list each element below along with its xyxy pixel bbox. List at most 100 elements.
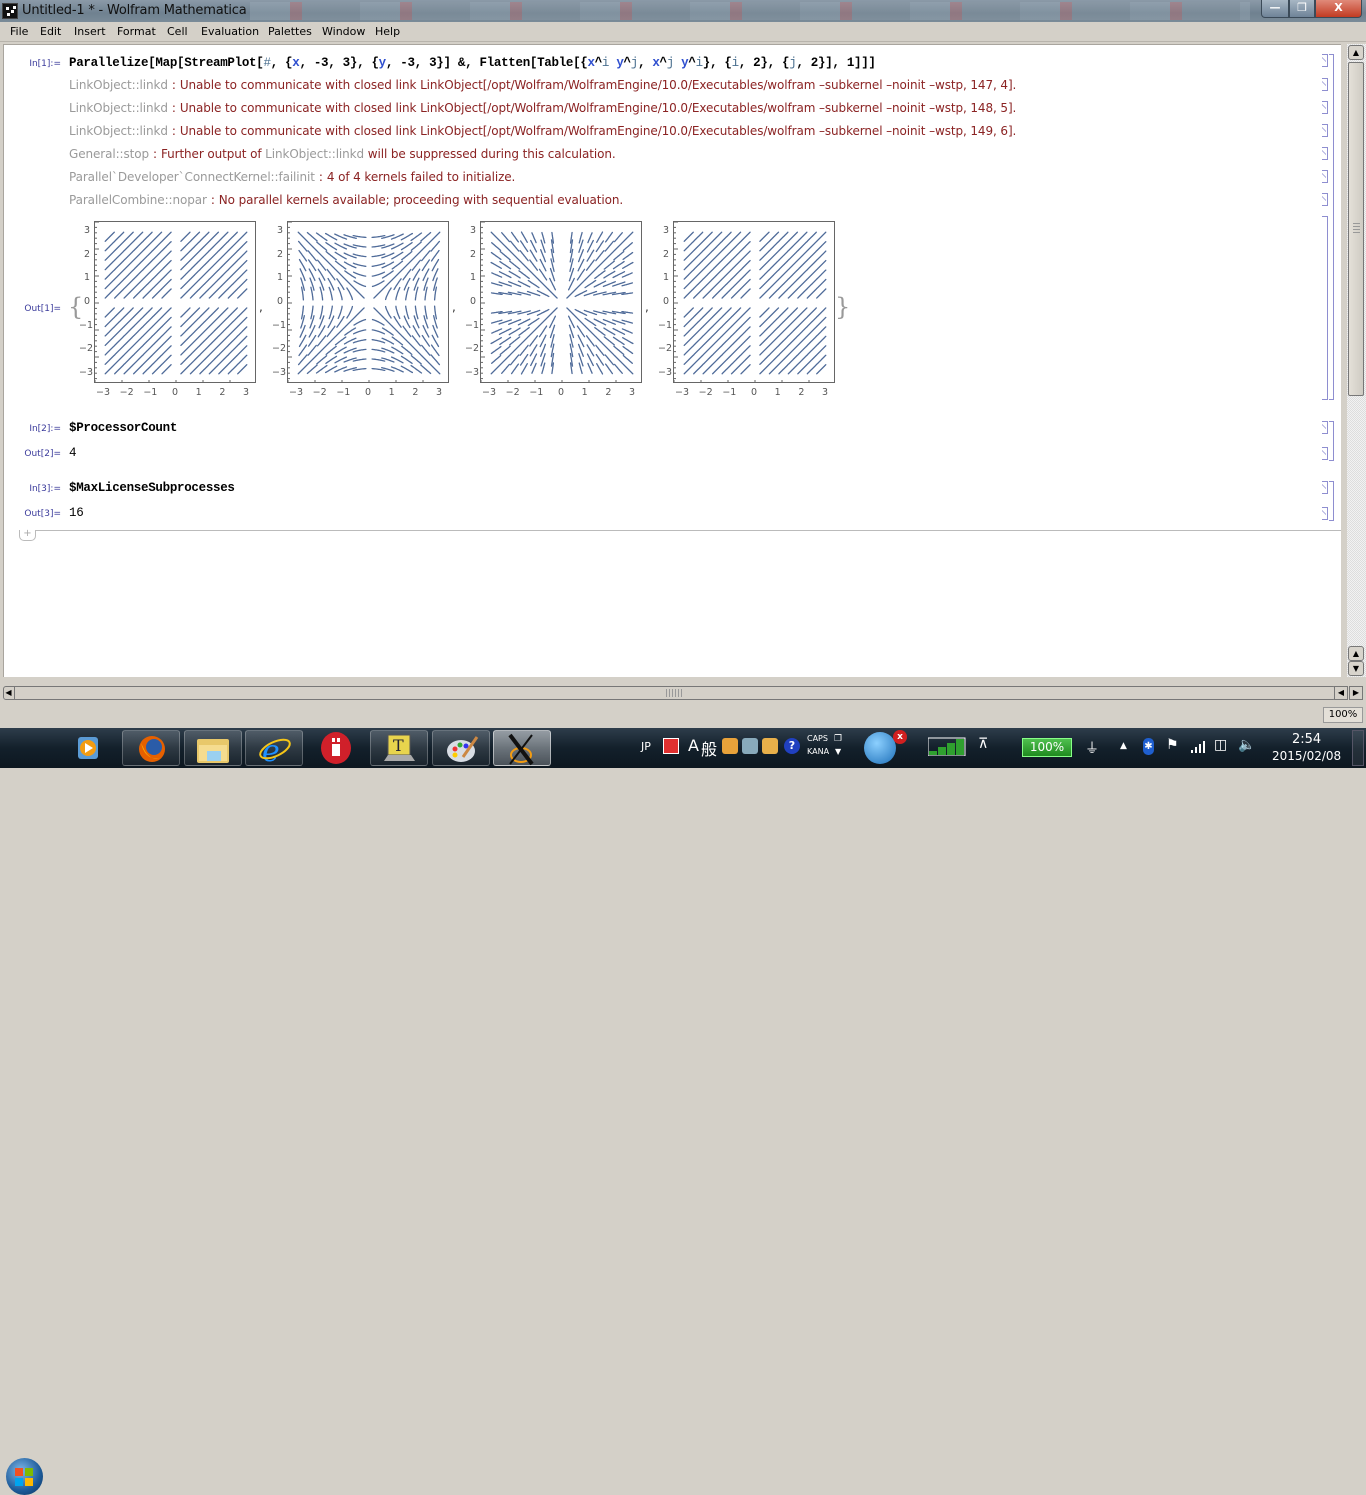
antenna-icon[interactable]: ⊼ bbox=[978, 736, 988, 752]
streamline bbox=[227, 231, 238, 242]
cell-bracket[interactable] bbox=[1322, 447, 1328, 460]
menu-window[interactable]: Window bbox=[322, 25, 365, 38]
scroll-up-arrow[interactable]: ▲ bbox=[1348, 45, 1364, 60]
notebook-area[interactable]: In[1]:= Parallelize[Map[StreamPlot[#, {x… bbox=[3, 44, 1341, 677]
restore-button[interactable]: ❐ bbox=[1289, 0, 1315, 18]
start-button[interactable] bbox=[6, 1458, 43, 1495]
cell-group-bracket[interactable] bbox=[1329, 54, 1334, 400]
ime-options-arrow-icon[interactable]: ▼ bbox=[835, 747, 841, 756]
help-icon[interactable]: ? bbox=[784, 738, 800, 754]
ime-toolbar-icon[interactable] bbox=[663, 738, 679, 754]
clock-date[interactable]: 2015/02/08 bbox=[1272, 749, 1341, 763]
output-cell-3[interactable]: 16 bbox=[69, 506, 84, 520]
signal-strength-icon[interactable] bbox=[928, 736, 972, 756]
message-tag[interactable]: LinkObject::linkd bbox=[69, 78, 168, 92]
message-cell[interactable]: Parallel`Developer`ConnectKernel::failin… bbox=[69, 170, 515, 184]
message-tag[interactable]: ParallelCombine::nopar bbox=[69, 193, 207, 207]
stream-plot-2[interactable] bbox=[287, 221, 449, 383]
cell-bracket[interactable] bbox=[1322, 170, 1328, 183]
taskbar-red-app[interactable] bbox=[307, 730, 365, 766]
cell-bracket[interactable] bbox=[1322, 54, 1328, 67]
taskbar-internet-explorer[interactable]: e bbox=[245, 730, 303, 769]
cell-group-bracket[interactable] bbox=[1329, 481, 1334, 521]
message-cell[interactable]: General::stop: Further output of LinkObje… bbox=[69, 147, 616, 161]
streamline bbox=[114, 259, 125, 271]
scroll-up-button[interactable]: ▲ bbox=[1348, 646, 1364, 661]
x-tick-label: −2 bbox=[312, 387, 327, 398]
horizontal-scroll-grip[interactable] bbox=[666, 689, 684, 697]
taskbar-file-explorer[interactable] bbox=[184, 730, 242, 766]
show-hidden-icons[interactable]: ▲ bbox=[1120, 741, 1127, 751]
output-cell-2[interactable]: 4 bbox=[69, 446, 77, 460]
message-cell[interactable]: ParallelCombine::nopar: No parallel kerne… bbox=[69, 193, 623, 207]
scroll-down-button[interactable]: ▼ bbox=[1348, 661, 1364, 676]
ime-language[interactable]: JP bbox=[641, 740, 651, 753]
cell-insertion-point[interactable]: + bbox=[19, 529, 36, 541]
stream-plot-4[interactable] bbox=[673, 221, 835, 383]
message-cell[interactable]: LinkObject::linkd: Unable to communicate … bbox=[69, 78, 1016, 92]
menu-file[interactable]: File bbox=[10, 25, 28, 38]
stream-plot-3[interactable] bbox=[480, 221, 642, 383]
zoom-level-menu[interactable]: 100% bbox=[1323, 707, 1363, 723]
cell-bracket[interactable] bbox=[1322, 101, 1328, 114]
message-cell[interactable]: LinkObject::linkd: Unable to communicate … bbox=[69, 124, 1016, 138]
input-cell-3[interactable]: $MaxLicenseSubprocesses bbox=[69, 481, 235, 495]
taskbar-paint[interactable] bbox=[432, 730, 490, 766]
cell-bracket[interactable] bbox=[1322, 216, 1328, 400]
ime-pad-icon[interactable] bbox=[722, 738, 738, 754]
ime-tools-icon[interactable] bbox=[762, 738, 778, 754]
close-button[interactable]: X bbox=[1315, 0, 1362, 18]
cell-bracket[interactable] bbox=[1322, 78, 1328, 91]
scroll-left-arrow[interactable]: ◀ bbox=[3, 686, 15, 700]
message-tag[interactable]: Parallel`Developer`ConnectKernel::failin… bbox=[69, 170, 315, 184]
cell-bracket[interactable] bbox=[1322, 481, 1328, 494]
cell-bracket[interactable] bbox=[1322, 421, 1328, 434]
message-tag[interactable]: LinkObject::linkd bbox=[69, 124, 168, 138]
message-tag[interactable]: General::stop bbox=[69, 147, 149, 161]
taskbar-text-editor[interactable]: T bbox=[370, 730, 428, 766]
scroll-right-button[interactable]: ▶ bbox=[1349, 686, 1363, 700]
cell-bracket[interactable] bbox=[1322, 124, 1328, 137]
menu-insert[interactable]: Insert bbox=[74, 25, 106, 38]
message-tag[interactable]: LinkObject::linkd bbox=[69, 101, 168, 115]
taskbar-x-server[interactable] bbox=[493, 730, 551, 766]
streamline bbox=[352, 339, 367, 344]
cell-bracket[interactable] bbox=[1322, 147, 1328, 160]
ime-search-icon[interactable] bbox=[742, 738, 758, 754]
battery-indicator[interactable]: 100% bbox=[1022, 738, 1072, 757]
power-options-icon[interactable]: ◫ bbox=[1214, 737, 1227, 753]
minimize-button[interactable]: — bbox=[1261, 0, 1289, 18]
taskbar-media-player[interactable] bbox=[60, 730, 118, 766]
cell-group-bracket[interactable] bbox=[1329, 421, 1334, 461]
show-desktop-button[interactable] bbox=[1352, 730, 1364, 766]
network-icon[interactable] bbox=[1190, 739, 1206, 753]
menu-help[interactable]: Help bbox=[375, 25, 400, 38]
clock-time[interactable]: 2:54 bbox=[1292, 732, 1321, 747]
bluetooth-icon[interactable]: ✱ bbox=[1143, 738, 1154, 755]
scroll-left-button[interactable]: ◀ bbox=[1334, 686, 1348, 700]
menu-edit[interactable]: Edit bbox=[40, 25, 61, 38]
power-plug-icon[interactable]: ⏚ bbox=[1085, 738, 1099, 758]
taskbar-firefox[interactable] bbox=[122, 730, 180, 766]
vertical-scroll-thumb[interactable] bbox=[1348, 62, 1364, 396]
menu-cell[interactable]: Cell bbox=[167, 25, 188, 38]
ime-restore-icon[interactable]: ❐ bbox=[834, 734, 842, 744]
input-cell-2[interactable]: $ProcessorCount bbox=[69, 421, 177, 435]
mathematica-app-icon[interactable] bbox=[2, 3, 18, 19]
ime-kanji-mode[interactable]: 般 bbox=[701, 736, 717, 760]
ime-mode[interactable]: A bbox=[688, 736, 699, 755]
streamline bbox=[132, 307, 144, 318]
stream-plot-1[interactable] bbox=[94, 221, 256, 383]
action-center-flag-icon[interactable]: ⚑ bbox=[1166, 737, 1179, 753]
toolbox-app-icon[interactable] bbox=[864, 732, 896, 764]
menu-format[interactable]: Format bbox=[117, 25, 156, 38]
cell-bracket[interactable] bbox=[1322, 507, 1328, 520]
input-cell-1[interactable]: Parallelize[Map[StreamPlot[#, {x, -3, 3}… bbox=[69, 56, 876, 70]
volume-icon[interactable]: 🔈 bbox=[1238, 737, 1255, 753]
streamline bbox=[180, 288, 191, 299]
cell-bracket[interactable] bbox=[1322, 193, 1328, 206]
menu-evaluation[interactable]: Evaluation bbox=[201, 25, 259, 38]
menu-palettes[interactable]: Palettes bbox=[268, 25, 312, 38]
message-cell[interactable]: LinkObject::linkd: Unable to communicate … bbox=[69, 101, 1016, 115]
notification-close-icon[interactable]: x bbox=[893, 730, 907, 744]
